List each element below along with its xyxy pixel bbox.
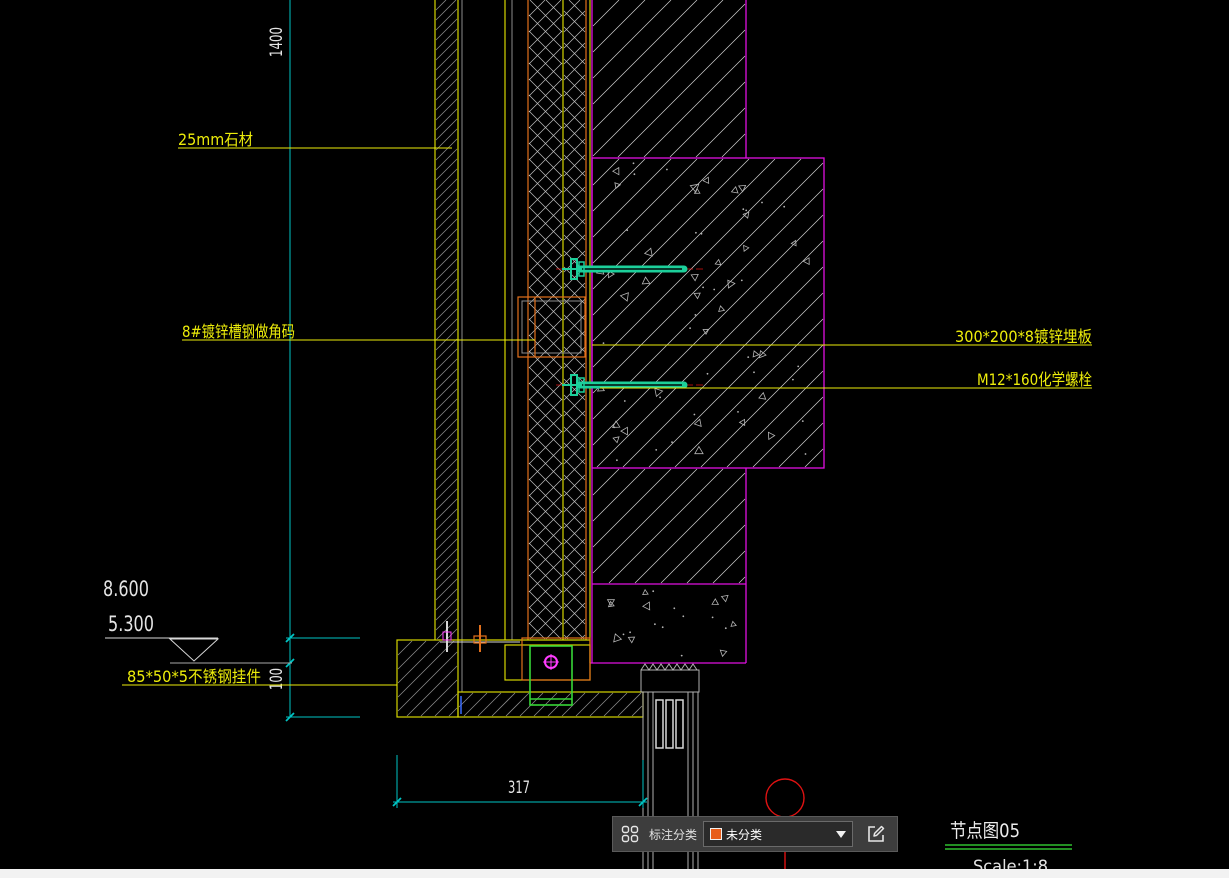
concrete-dot-mark [797, 365, 800, 368]
concrete-dot-mark [680, 654, 683, 657]
cad-drawing-canvas[interactable]: 1400 100 8.600 5.300 317 25mm石材 8#镀锌槽钢做角… [0, 0, 1229, 878]
concrete-dot-mark [693, 413, 696, 416]
concrete-dot-mark [783, 205, 786, 208]
label-stone[interactable]: 25mm石材 [178, 130, 253, 149]
concrete-dot-mark [622, 633, 625, 636]
concrete-dot-mark [671, 441, 673, 443]
concrete-dot-mark [740, 279, 743, 282]
annotation-toolbar: 标注分类 未分类 [612, 816, 898, 852]
edit-icon-glyph [868, 825, 885, 842]
concrete-dot-mark [801, 420, 804, 422]
concrete-dot-mark [745, 209, 748, 212]
label-channel-bracket[interactable]: 8#镀锌槽钢做角码 [182, 322, 295, 341]
concrete-dot-mark [702, 286, 704, 289]
concrete-dot-mark [652, 590, 655, 593]
concrete-dot-mark [804, 453, 807, 455]
concrete-dot-mark [613, 426, 615, 429]
label-embedded-plate[interactable]: 300*200*8镀锌埋板 [955, 327, 1092, 346]
concrete-dot-mark [666, 168, 668, 171]
category-selected-value: 未分类 [726, 827, 763, 842]
concrete-dot-mark [632, 162, 635, 165]
dimension-text-bottom: 100 [267, 668, 287, 690]
concrete-dot-mark [629, 631, 631, 634]
grid-icon[interactable] [619, 823, 641, 845]
concrete-dot-mark [742, 208, 745, 211]
category-color-swatch [710, 828, 723, 840]
concrete-dot-mark [695, 231, 697, 234]
concrete-dot-mark [602, 342, 605, 344]
grid-icon-glyph [621, 825, 639, 843]
concrete-dot-mark [737, 411, 739, 413]
concrete-dot-mark [694, 314, 697, 316]
concrete-dot-mark [659, 396, 661, 399]
cad-viewer: 1400 100 8.600 5.300 317 25mm石材 8#镀锌槽钢做角… [0, 0, 1229, 878]
edit-icon[interactable] [865, 823, 887, 845]
concrete-dot-mark [616, 459, 618, 462]
concrete-dot-mark [673, 607, 676, 610]
concrete-dot-mark [623, 400, 626, 402]
concrete-dot-mark [706, 372, 709, 375]
window-bottom-edge [0, 869, 1229, 878]
concrete-dot-mark [753, 371, 755, 374]
concrete-dot-mark [713, 288, 716, 291]
elevation-upper: 8.600 [103, 577, 149, 601]
annotation-category-label: 标注分类 [649, 827, 698, 842]
concrete-dot-mark [792, 378, 794, 381]
concrete-dot-mark [626, 229, 629, 232]
label-hanger[interactable]: 85*50*5不锈钢挂件 [127, 667, 261, 686]
dimension-text-top: 1400 [267, 27, 287, 57]
elevation-lower: 5.300 [108, 612, 154, 636]
concrete-dot-mark [655, 449, 658, 451]
concrete-dot-mark [711, 616, 714, 619]
concrete-dot-mark [747, 356, 750, 358]
drawing-title[interactable]: 节点图05 [950, 820, 1020, 842]
concrete-dot-mark [724, 627, 727, 630]
concrete-dot-mark [661, 626, 664, 629]
annotation-category-dropdown[interactable]: 未分类 [703, 821, 854, 847]
concrete-dot-mark [700, 232, 703, 235]
chevron-down-icon [836, 830, 847, 838]
concrete-dot-mark [689, 327, 691, 329]
concrete-dot-mark [654, 623, 656, 626]
label-chemical-bolt[interactable]: M12*160化学螺栓 [977, 370, 1092, 389]
dimension-text: 317 [508, 778, 530, 798]
concrete-dot-mark [682, 615, 685, 618]
concrete-dot-mark [633, 173, 636, 176]
concrete-dot-mark [761, 201, 763, 204]
